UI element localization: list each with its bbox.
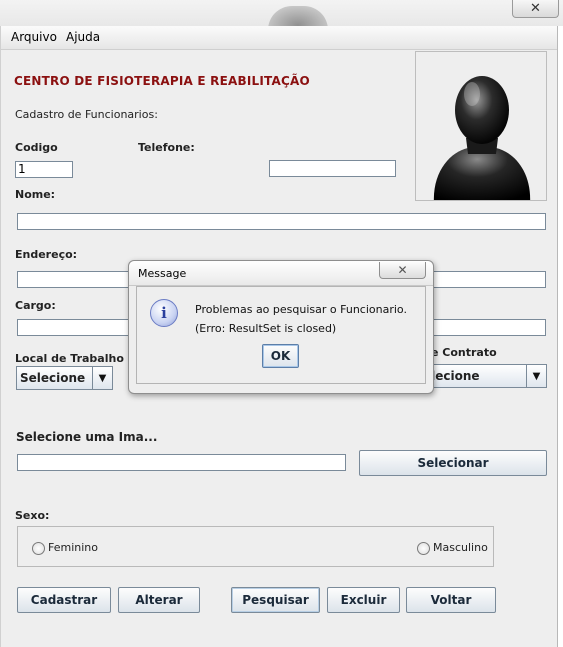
- dialog-body: i Problemas ao pesquisar o Funcionario. …: [136, 286, 426, 384]
- excluir-button[interactable]: Excluir: [327, 587, 400, 613]
- selecionar-button[interactable]: Selecionar: [359, 450, 547, 476]
- menu-bar: Arquivo Ajuda: [1, 26, 557, 50]
- dialog-message-line1: Problemas ao pesquisar o Funcionario.: [195, 303, 407, 316]
- local-trabalho-selected: Selecione: [20, 371, 86, 385]
- sexo-label: Sexo:: [15, 509, 50, 522]
- local-trabalho-select[interactable]: Selecione ▼: [16, 366, 113, 390]
- radio-masculino[interactable]: [417, 542, 430, 555]
- contrato-label: e Contrato: [431, 346, 497, 359]
- cargo-label: Cargo:: [15, 299, 56, 312]
- dialog-close-button[interactable]: ✕: [379, 262, 426, 279]
- info-icon: i: [150, 299, 178, 327]
- voltar-button[interactable]: Voltar: [406, 587, 496, 613]
- local-trabalho-label: Local de Trabalho: [15, 352, 124, 365]
- ok-button[interactable]: OK: [262, 344, 299, 368]
- radio-feminino[interactable]: [32, 542, 45, 555]
- message-dialog: Message ✕ i Problemas ao pesquisar o Fun…: [128, 260, 434, 394]
- photo-frame: [415, 51, 547, 214]
- pesquisar-button[interactable]: Pesquisar: [231, 587, 320, 613]
- alterar-button[interactable]: Alterar: [118, 587, 200, 613]
- cadastrar-button[interactable]: Cadastrar: [17, 587, 111, 613]
- sexo-group: Feminino Masculino: [17, 526, 494, 567]
- codigo-label: Codigo: [15, 141, 58, 154]
- masculino-label: Masculino: [433, 541, 488, 554]
- telefone-label: Telefone:: [138, 141, 195, 154]
- chevron-down-icon[interactable]: ▼: [526, 365, 546, 387]
- contrato-select[interactable]: elecione ▼: [421, 364, 547, 388]
- dialog-title-bar[interactable]: Message ✕: [129, 261, 433, 286]
- dialog-title: Message: [138, 267, 187, 280]
- nome-label: Nome:: [15, 188, 56, 201]
- form-subtitle: Cadastro de Funcionarios:: [15, 108, 158, 121]
- imagem-label: Selecione uma Ima...: [16, 430, 158, 444]
- menu-arquivo[interactable]: Arquivo: [11, 30, 57, 44]
- endereco-label: Endereço:: [15, 248, 78, 261]
- chevron-down-icon[interactable]: ▼: [92, 367, 112, 389]
- user-silhouette-icon: [430, 76, 534, 214]
- nome-field[interactable]: [17, 213, 546, 230]
- imagem-path-field[interactable]: [17, 454, 346, 471]
- clinic-title: CENTRO DE FISIOTERAPIA E REABILITAÇÃO: [14, 74, 310, 88]
- menu-ajuda[interactable]: Ajuda: [66, 30, 100, 44]
- codigo-field[interactable]: 1: [15, 161, 73, 178]
- feminino-label: Feminino: [48, 541, 98, 554]
- telefone-field[interactable]: [269, 160, 396, 177]
- window-close-button[interactable]: ✕: [512, 0, 559, 18]
- dialog-message-line2: (Erro: ResultSet is closed): [195, 322, 337, 335]
